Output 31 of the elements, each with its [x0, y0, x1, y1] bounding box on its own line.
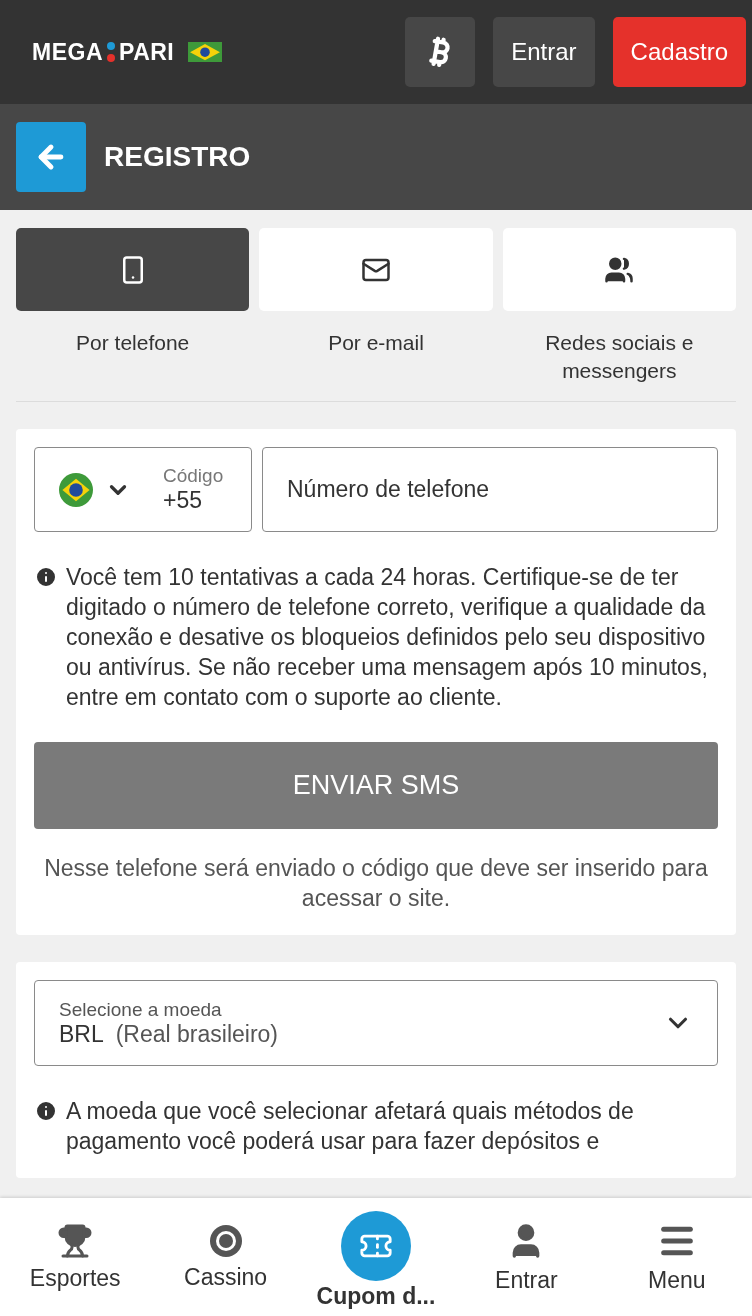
- info-text: A moeda que você selecionar afetará quais métodos de pagamento você poderá usar para fazer depósitos e: [66, 1097, 635, 1156]
- registration-tab[interactable]: [16, 228, 250, 311]
- nav-item[interactable]: Entrar: [451, 1198, 602, 1316]
- logo-text: MEGA: [32, 38, 103, 66]
- back-button[interactable]: [16, 122, 86, 192]
- phone-number-field[interactable]: Número de telefone: [262, 447, 718, 532]
- sms-note: Nesse telefone será enviado o código que deve ser inserido para acessar o site.: [43, 854, 709, 913]
- login-button[interactable]: Entrar: [493, 17, 595, 87]
- country-code-field[interactable]: Código +55: [34, 447, 252, 532]
- signup-button[interactable]: Cadastro: [612, 17, 746, 87]
- trophy-icon: [57, 1222, 94, 1259]
- registration-tab[interactable]: [502, 228, 736, 311]
- tab-label: Redes sociais e messengers: [544, 330, 695, 384]
- casino-chip-icon: [208, 1223, 243, 1258]
- info-text: Você tem 10 tentativas a cada 24 horas. Certifique-se de ter digitado o número de telefone correto, verifique a qualidade da conexão e desative os bloqueios definidos pelo seu dispositivo ou antivírus. Se não receber uma mensagem após 10 minutos, entre em contato com o suporte ao cliente.: [66, 563, 709, 712]
- nav-item[interactable]: Cassino: [150, 1198, 301, 1316]
- currency-select[interactable]: Selecione a moeda BRL (Real brasileiro): [34, 980, 718, 1066]
- nav-item[interactable]: Esportes: [0, 1198, 151, 1316]
- tab-label: Por telefone: [76, 330, 190, 356]
- brazil-flag-icon: [188, 41, 223, 63]
- brazil-flag-icon: [59, 472, 93, 507]
- tab-label: Por e-mail: [328, 330, 424, 356]
- logo-text: PARI: [119, 38, 175, 66]
- page-title: REGISTRO: [104, 141, 251, 173]
- info-icon: [34, 565, 58, 589]
- info-icon: [34, 1099, 58, 1123]
- nav-item[interactable]: Cupom d...: [300, 1198, 452, 1316]
- logo-dots-icon: [107, 41, 115, 63]
- bitcoin-button[interactable]: [405, 17, 476, 87]
- registration-tab[interactable]: [259, 228, 493, 311]
- nav-item[interactable]: Menu: [601, 1198, 752, 1316]
